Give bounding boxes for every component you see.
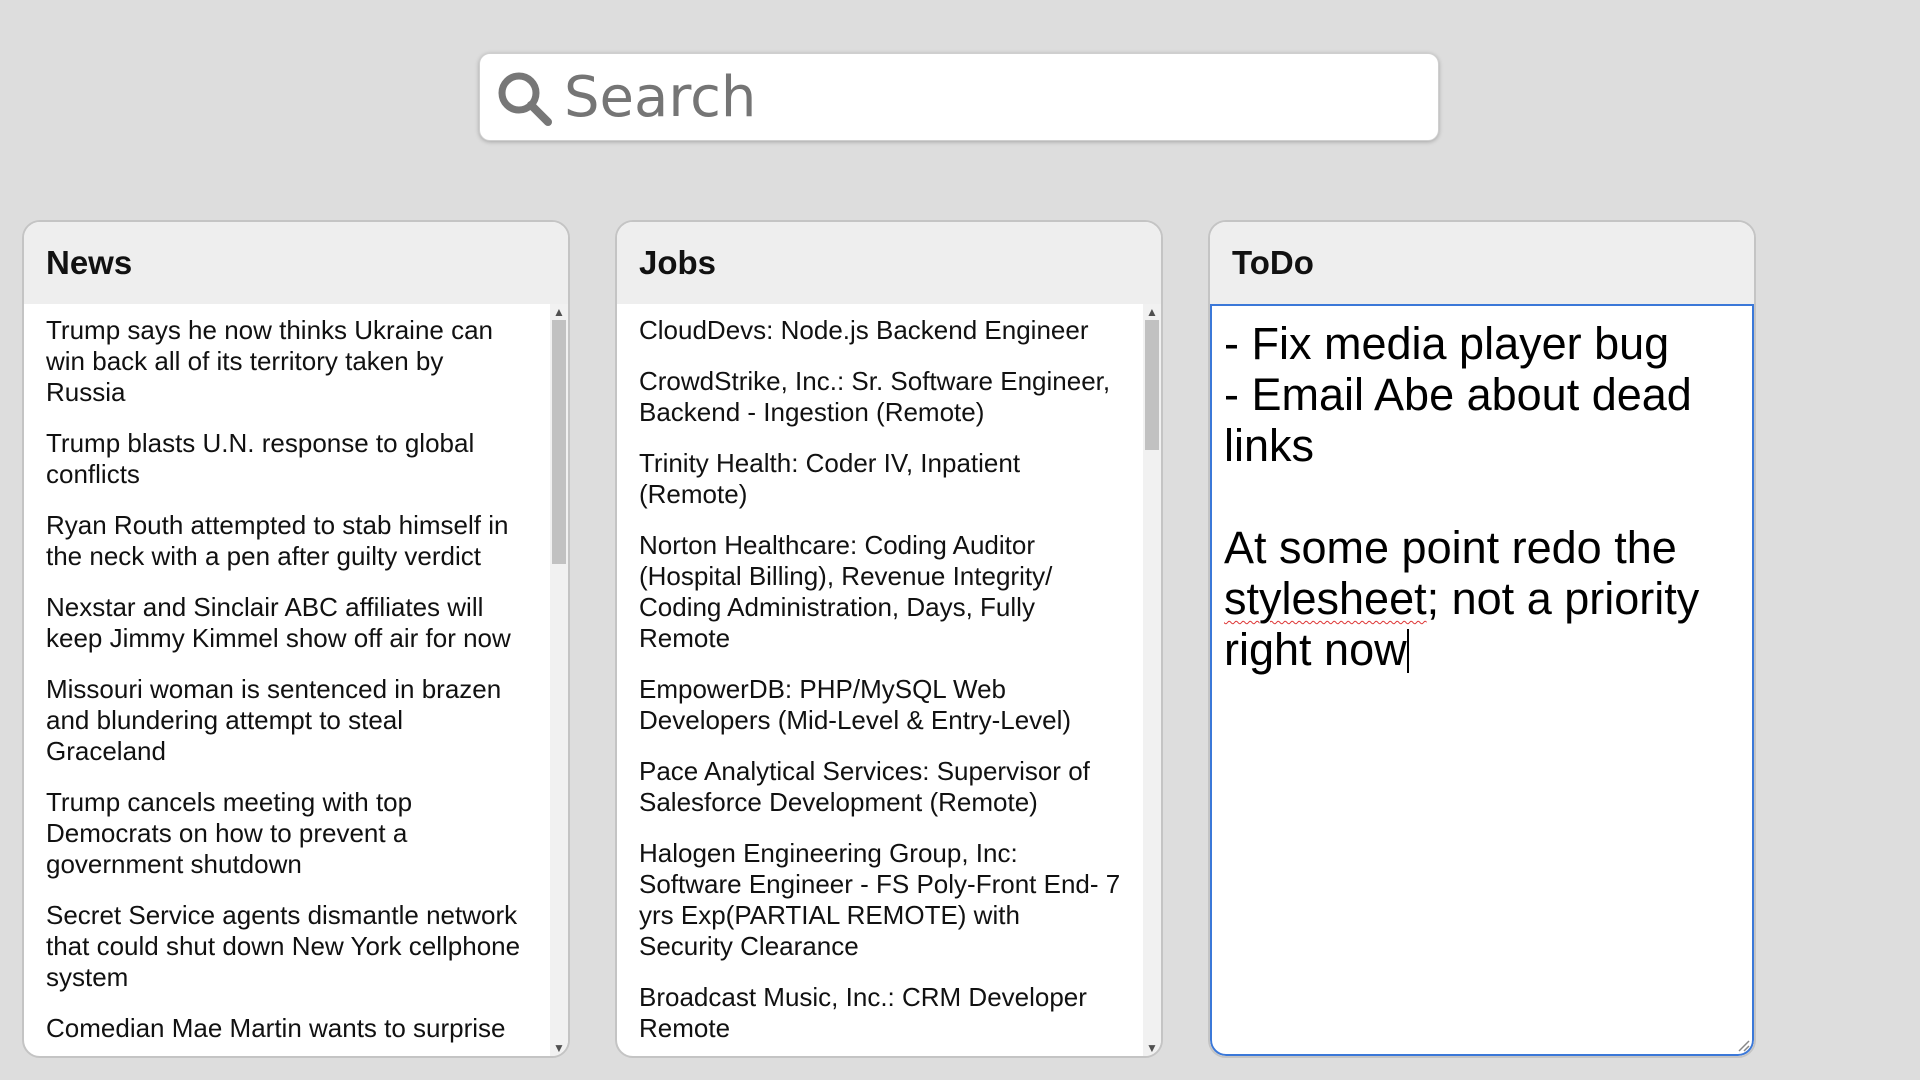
scroll-up-arrow-icon[interactable]: ▲: [550, 304, 568, 320]
job-item[interactable]: Halogen Engineering Group, Inc: Software…: [617, 838, 1143, 962]
text-caret: [1406, 629, 1409, 673]
search-box[interactable]: [479, 53, 1439, 141]
scroll-up-arrow-icon[interactable]: ▲: [1143, 304, 1161, 320]
scroll-down-arrow-icon[interactable]: ▼: [1143, 1040, 1161, 1056]
job-item[interactable]: Broadcast Music, Inc.: CRM Developer Rem…: [617, 982, 1143, 1044]
todo-line-part: At some point redo the: [1224, 522, 1690, 573]
misspelled-word: stylesheet: [1224, 573, 1427, 624]
news-panel: News Trump says he now thinks Ukraine ca…: [22, 220, 570, 1058]
scroll-down-arrow-icon[interactable]: ▼: [550, 1040, 568, 1056]
search-icon: [498, 72, 552, 126]
news-scrollbar[interactable]: ▲ ▼: [550, 304, 568, 1056]
search-input[interactable]: [564, 62, 1424, 132]
news-list[interactable]: Trump says he now thinks Ukraine can win…: [24, 304, 550, 1056]
news-panel-title: News: [24, 222, 568, 304]
jobs-panel: Jobs CloudDevs: Node.js Backend Engineer…: [615, 220, 1163, 1058]
news-item[interactable]: Trump blasts U.N. response to global con…: [24, 428, 550, 490]
job-item[interactable]: CrowdStrike, Inc.: Sr. Software Engineer…: [617, 366, 1143, 428]
news-item[interactable]: Secret Service agents dismantle network …: [24, 900, 550, 993]
todo-panel: ToDo - Fix media player bug - Email Abe …: [1208, 220, 1756, 1058]
todo-textarea[interactable]: - Fix media player bug - Email Abe about…: [1210, 304, 1754, 1056]
job-item[interactable]: CloudDevs: Node.js Backend Engineer: [617, 315, 1143, 346]
todo-line: - Email Abe about dead links: [1224, 369, 1705, 471]
news-scroll-thumb[interactable]: [552, 320, 566, 564]
todo-panel-title: ToDo: [1210, 222, 1754, 304]
jobs-list[interactable]: CloudDevs: Node.js Backend Engineer Crow…: [617, 304, 1143, 1056]
news-item[interactable]: Ryan Routh attempted to stab himself in …: [24, 510, 550, 572]
job-item[interactable]: Norton Healthcare: Coding Auditor (Hospi…: [617, 530, 1143, 654]
jobs-scroll-thumb[interactable]: [1145, 320, 1159, 450]
news-item[interactable]: Nexstar and Sinclair ABC affiliates will…: [24, 592, 550, 654]
job-item[interactable]: EmpowerDB: PHP/MySQL Web Developers (Mid…: [617, 674, 1143, 736]
job-item[interactable]: Pace Analytical Services: Supervisor of …: [617, 756, 1143, 818]
news-item[interactable]: Trump cancels meeting with top Democrats…: [24, 787, 550, 880]
news-item[interactable]: Comedian Mae Martin wants to surprise: [24, 1013, 550, 1044]
jobs-panel-title: Jobs: [617, 222, 1161, 304]
job-item[interactable]: Trinity Health: Coder IV, Inpatient (Rem…: [617, 448, 1143, 510]
news-item[interactable]: Missouri woman is sentenced in brazen an…: [24, 674, 550, 767]
jobs-scrollbar[interactable]: ▲ ▼: [1143, 304, 1161, 1056]
news-item[interactable]: Trump says he now thinks Ukraine can win…: [24, 315, 550, 408]
resize-grip-icon[interactable]: [1736, 1038, 1750, 1052]
todo-line: - Fix media player bug: [1224, 318, 1670, 369]
